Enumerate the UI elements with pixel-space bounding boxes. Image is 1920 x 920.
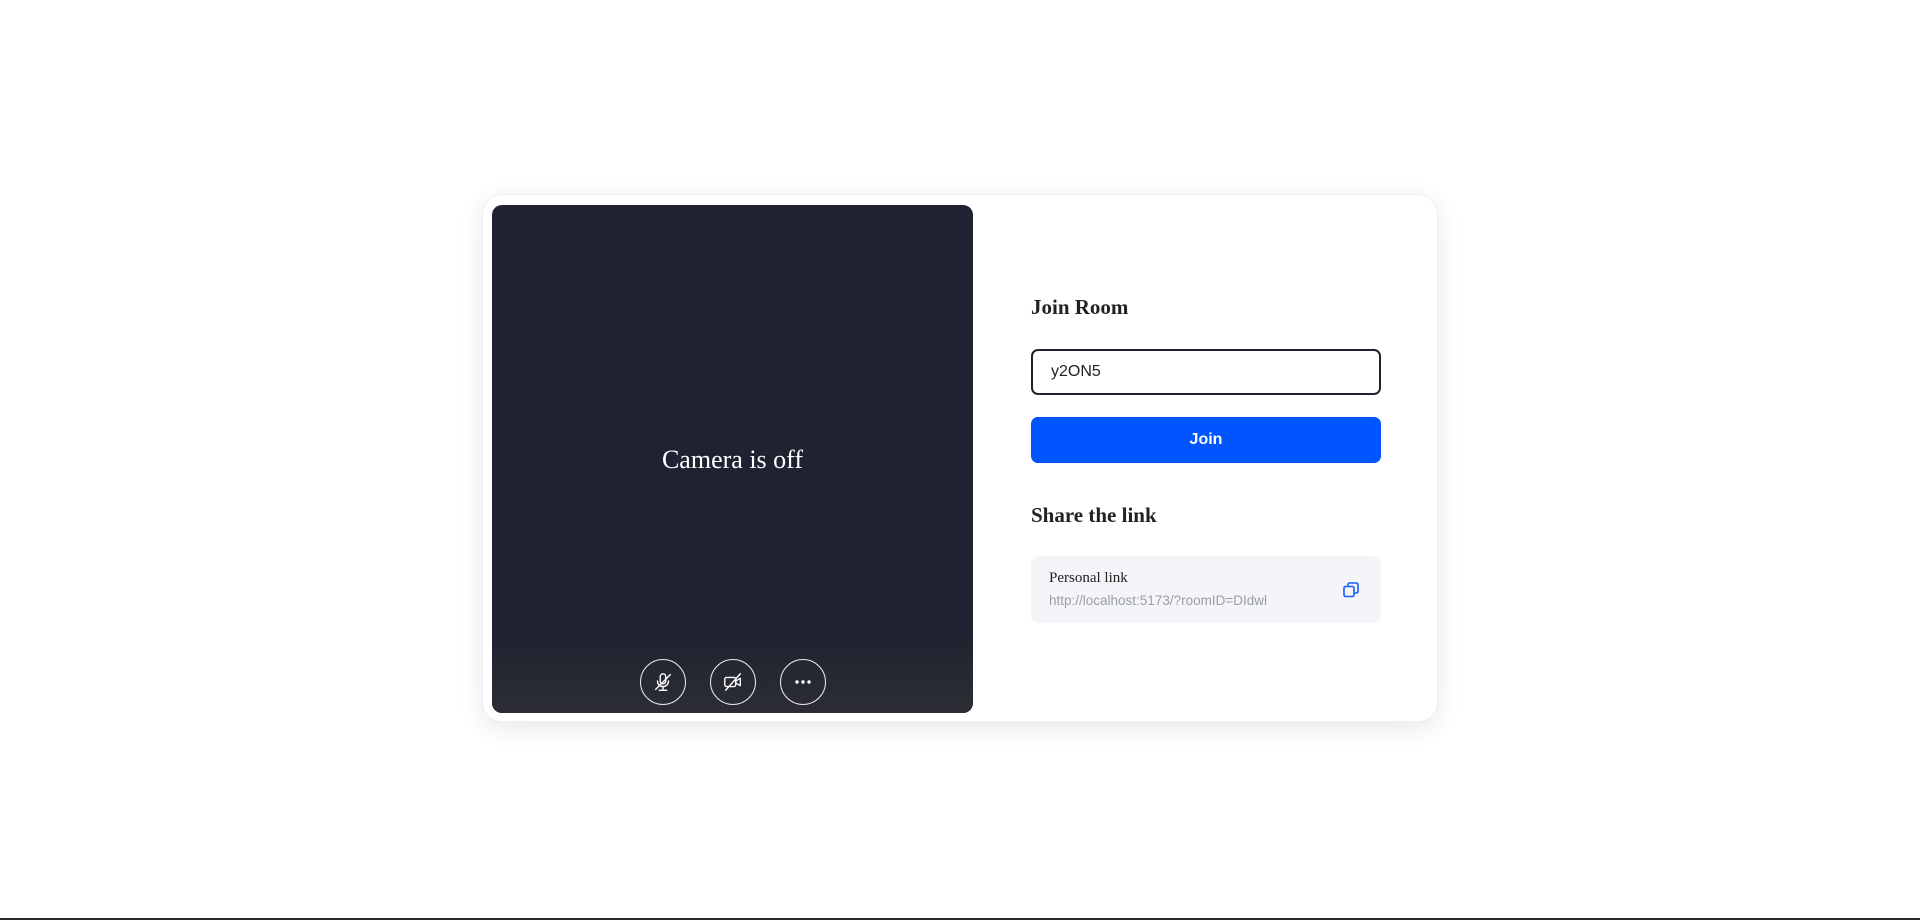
copy-link-button[interactable]	[1341, 580, 1361, 600]
camera-off-text: Camera is off	[661, 445, 804, 474]
personal-link-label: Personal link	[1049, 570, 1128, 586]
page: Camera is off Join Room y2ON5 Join Share…	[0, 0, 1920, 920]
share-link-title: Share the link	[1031, 503, 1157, 527]
media-controls	[492, 659, 973, 705]
camera-off-icon	[723, 673, 741, 691]
room-id-input[interactable]	[1031, 349, 1381, 395]
join-panel: Join Room Join Share the link Personal l…	[1031, 195, 1383, 723]
more-icon	[794, 680, 811, 684]
personal-link-box: Personal link http://localhost:5173/?roo…	[1031, 556, 1381, 623]
camera-preview: Camera is off	[492, 205, 973, 713]
personal-link-url: http://localhost:5173/?roomID=DIdwl	[1049, 593, 1267, 608]
more-options-button[interactable]	[779, 659, 826, 705]
camera-toggle-button[interactable]	[709, 659, 756, 705]
join-card: Camera is off Join Room y2ON5 Join Share…	[482, 194, 1438, 722]
copy-icon	[1343, 582, 1359, 598]
mic-off-icon	[654, 673, 671, 691]
join-button[interactable]: Join	[1031, 417, 1381, 463]
mic-toggle-button[interactable]	[639, 659, 686, 705]
join-room-title: Join Room	[1031, 295, 1129, 319]
